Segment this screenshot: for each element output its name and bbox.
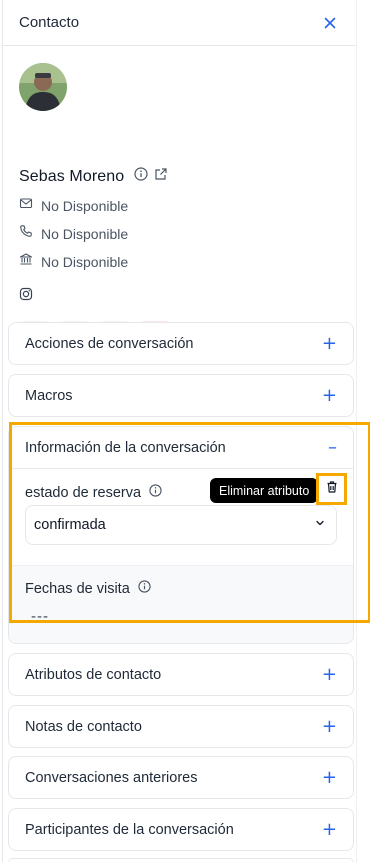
phone-row: No Disponible [19,224,128,243]
section-informacion-header[interactable]: Información de la conversación – [9,427,353,468]
section-next [8,858,354,862]
select-value: confirmada [34,517,106,533]
email-row: No Disponible [19,196,128,215]
section-title: Notas de contacto [25,718,142,735]
phone-value: No Disponible [41,225,129,242]
info-icon[interactable] [138,580,151,598]
section-informacion: Información de la conversación – estado … [8,426,354,644]
trash-icon [325,480,339,499]
plus-icon[interactable]: + [322,665,337,684]
info-icon[interactable] [134,167,148,186]
section-title: Información de la conversación [25,439,226,456]
section-title: Atributos de contacto [25,666,162,683]
section-macros[interactable]: Macros + [8,374,354,417]
instagram-icon[interactable] [19,287,33,306]
plus-icon[interactable]: + [322,334,337,353]
mail-icon [19,196,33,215]
phone-icon [19,224,33,243]
section-title: Acciones de conversación [25,335,194,352]
panel-header: Contacto [3,0,356,46]
attribute-value[interactable]: --- [31,608,49,625]
chevron-down-icon [314,517,326,533]
panel-title: Contacto [19,14,80,31]
attribute-label: estado de reserva [25,485,142,501]
minus-icon[interactable]: – [328,438,337,457]
external-link-icon[interactable] [154,167,168,186]
building-icon [19,252,33,271]
plus-icon[interactable]: + [322,717,337,736]
section-acciones[interactable]: Acciones de conversación + [8,322,354,365]
contact-info: Sebas Moreno No Disponible No Disponible [3,46,356,353]
contact-name-row: Sebas Moreno [19,167,168,186]
company-row: No Disponible [19,252,128,271]
section-title: Conversaciones anteriores [25,769,198,786]
email-value: No Disponible [41,197,129,214]
plus-icon[interactable]: + [322,820,337,839]
company-value: No Disponible [41,253,129,270]
section-title: Participantes de la conversación [25,821,234,838]
estado-select[interactable]: confirmada [25,505,337,545]
attribute-label: Fechas de visita [25,581,130,597]
info-icon[interactable] [149,484,162,502]
delete-attribute-button[interactable] [316,473,347,505]
close-icon[interactable] [320,13,340,33]
tooltip: Eliminar atributo [210,478,319,503]
attribute-fechas: Fechas de visita --- [9,565,353,643]
contact-name: Sebas Moreno [19,167,125,185]
section-atributos[interactable]: Atributos de contacto + [8,653,354,696]
section-participantes[interactable]: Participantes de la conversación + [8,808,354,851]
section-title: Macros [25,387,73,404]
section-anteriores[interactable]: Conversaciones anteriores + [8,756,354,799]
plus-icon[interactable]: + [322,768,337,787]
section-notas[interactable]: Notas de contacto + [8,705,354,748]
avatar [19,63,67,111]
plus-icon[interactable]: + [322,386,337,405]
